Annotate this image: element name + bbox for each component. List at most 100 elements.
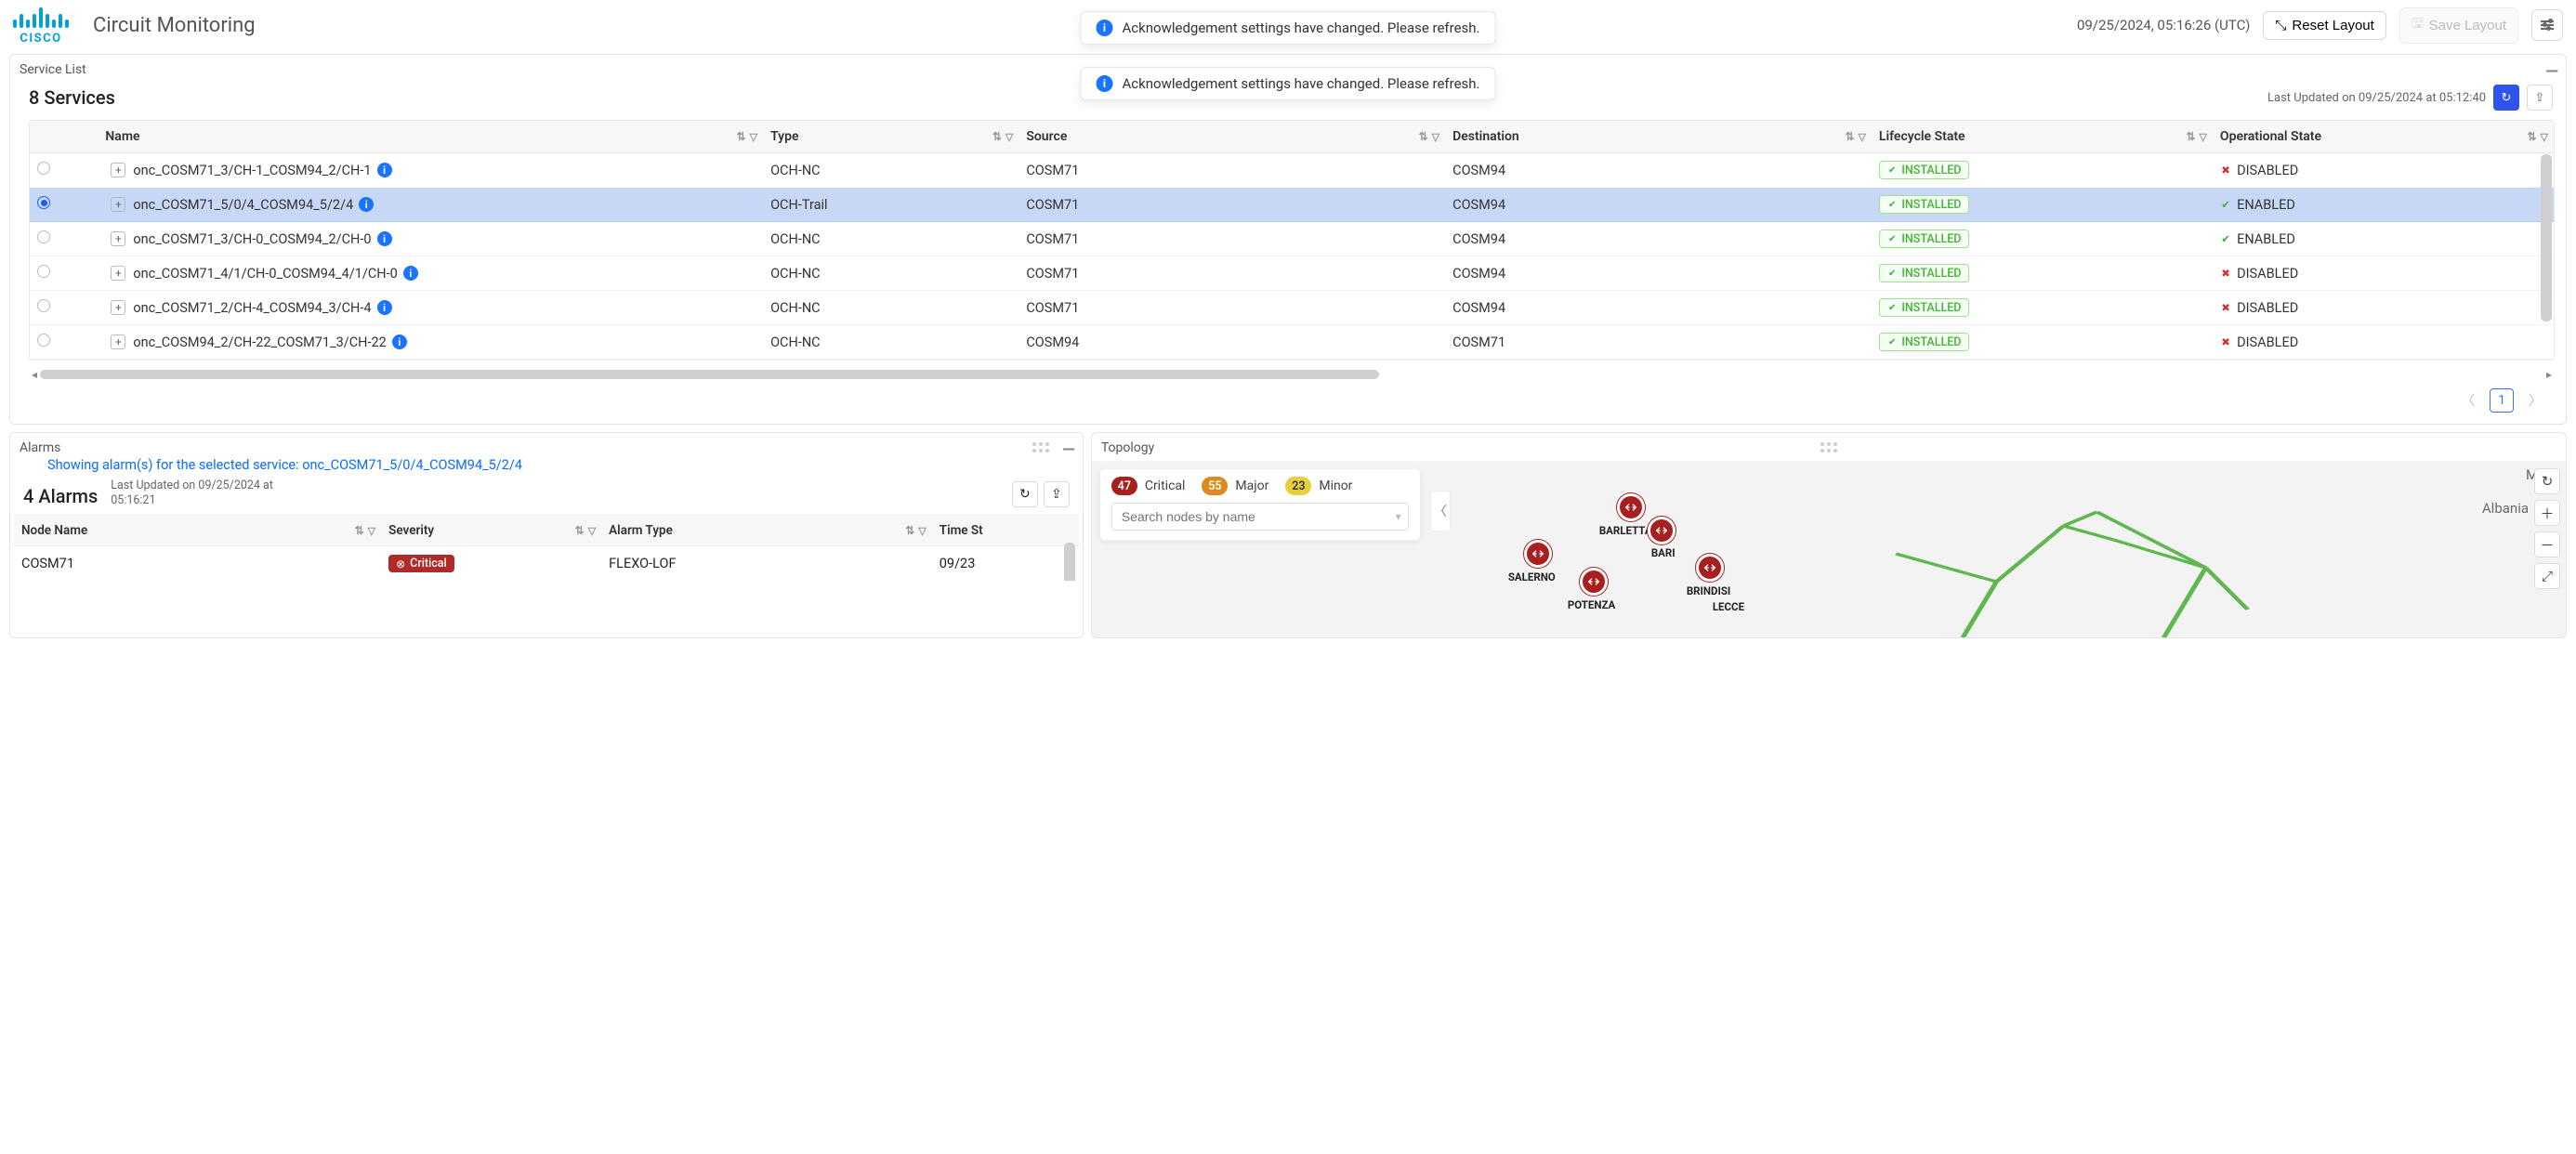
service-row[interactable]: +onc_COSM71_3/CH-0_COSM94_2/CH-0iOCH-NCC… xyxy=(30,222,2554,256)
panel-drag-handle[interactable] xyxy=(1820,442,1837,452)
panel-collapse-button[interactable]: — xyxy=(2545,62,2558,82)
service-row[interactable]: +onc_COSM94_2/CH-22_COSM71_3/CH-22iOCH-N… xyxy=(30,325,2554,360)
service-row[interactable]: +onc_COSM71_2/CH-4_COSM94_3/CH-4iOCH-NCC… xyxy=(30,291,2554,325)
alarms-context-link[interactable]: Showing alarm(s) for the selected servic… xyxy=(10,457,1083,479)
filter-icon[interactable] xyxy=(1005,130,1013,143)
col-operational[interactable]: Operational State xyxy=(2220,129,2321,144)
row-select-radio[interactable] xyxy=(37,334,50,347)
services-refresh-button[interactable] xyxy=(2493,85,2519,111)
row-expand-button[interactable]: + xyxy=(111,163,125,177)
topo-node[interactable] xyxy=(1648,517,1676,544)
info-icon[interactable]: i xyxy=(392,334,407,349)
service-row[interactable]: +onc_COSM71_4/1/CH-0_COSM94_4/1/CH-0iOCH… xyxy=(30,256,2554,291)
service-row[interactable]: +onc_COSM71_5/0/4_COSM94_5/2/4iOCH-Trail… xyxy=(30,188,2554,222)
filter-icon[interactable] xyxy=(368,524,375,537)
col-severity[interactable]: Severity xyxy=(388,523,434,538)
map-zoom-in-button[interactable]: ＋ xyxy=(2534,500,2560,526)
topo-node[interactable] xyxy=(1617,493,1645,521)
col-type[interactable]: Type xyxy=(770,129,798,144)
check-icon xyxy=(2220,197,2231,213)
row-select-radio[interactable] xyxy=(37,299,50,312)
topo-node[interactable] xyxy=(1580,568,1608,596)
filter-icon[interactable] xyxy=(2541,130,2548,143)
service-list-panel: Service List — 8 Services Last Updated o… xyxy=(9,54,2567,425)
alarms-scrollbar[interactable] xyxy=(1064,543,1075,581)
row-select-radio[interactable] xyxy=(37,196,50,209)
node-label: BARI xyxy=(1651,546,1676,559)
info-icon[interactable]: i xyxy=(377,231,392,246)
sort-icon[interactable] xyxy=(355,524,364,537)
router-icon xyxy=(1531,546,1545,561)
sort-icon[interactable] xyxy=(992,130,1002,143)
map-zoom-out-button[interactable]: － xyxy=(2534,531,2560,557)
page-prev-button[interactable]: 〈 xyxy=(2456,388,2480,413)
map-refresh-button[interactable]: ↻ xyxy=(2534,468,2560,494)
info-icon[interactable]: i xyxy=(403,266,418,281)
row-select-radio[interactable] xyxy=(37,265,50,278)
service-source: COSM71 xyxy=(1019,291,1445,325)
sort-icon[interactable] xyxy=(737,130,746,143)
filter-icon[interactable] xyxy=(918,524,926,537)
row-select-radio[interactable] xyxy=(37,230,50,243)
row-expand-button[interactable]: + xyxy=(111,231,125,246)
reset-layout-button[interactable]: Reset Layout xyxy=(2263,11,2385,40)
toast-banner-1: i Acknowledgement settings have changed.… xyxy=(1081,11,1496,45)
services-export-button[interactable] xyxy=(2527,85,2553,111)
sort-icon[interactable] xyxy=(1419,130,1428,143)
filter-icon[interactable] xyxy=(750,130,757,143)
sort-icon[interactable] xyxy=(905,524,914,537)
filter-icon[interactable] xyxy=(1432,130,1439,143)
col-source[interactable]: Source xyxy=(1026,129,1067,144)
chevron-down-icon[interactable]: ▾ xyxy=(1396,510,1401,523)
header-timestamp: 09/25/2024, 05:16:26 (UTC) xyxy=(2077,17,2250,33)
row-expand-button[interactable]: + xyxy=(111,334,125,349)
alarms-export-button[interactable] xyxy=(1044,481,1070,507)
col-name[interactable]: Name xyxy=(105,129,139,144)
severity-badge: Critical xyxy=(388,555,454,572)
col-node[interactable]: Node Name xyxy=(21,523,87,538)
col-time[interactable]: Time St xyxy=(940,523,983,538)
info-icon[interactable]: i xyxy=(377,163,392,177)
filter-icon[interactable] xyxy=(588,524,596,537)
row-expand-button[interactable]: + xyxy=(111,197,125,212)
info-icon[interactable]: i xyxy=(377,300,392,315)
services-h-scroll[interactable]: ◂ ▸ xyxy=(29,368,2555,381)
row-expand-button[interactable]: + xyxy=(111,266,125,281)
sort-icon[interactable] xyxy=(2527,130,2536,143)
alarms-refresh-button[interactable] xyxy=(1012,481,1038,507)
filter-icon[interactable] xyxy=(1858,130,1865,143)
row-expand-button[interactable]: + xyxy=(111,300,125,315)
topo-node[interactable] xyxy=(1696,554,1724,582)
router-icon xyxy=(1702,560,1717,575)
panel-drag-handle[interactable] xyxy=(1032,442,1049,452)
service-row[interactable]: +onc_COSM71_3/CH-1_COSM94_2/CH-1iOCH-NCC… xyxy=(30,153,2554,188)
sort-icon[interactable] xyxy=(575,524,585,537)
sort-icon[interactable] xyxy=(1845,130,1854,143)
critical-count: 47 xyxy=(1111,477,1137,495)
page-number[interactable]: 1 xyxy=(2490,388,2514,413)
sort-icon[interactable] xyxy=(2186,130,2195,143)
panel-collapse-button[interactable]: — xyxy=(1062,440,1075,460)
scroll-left-icon[interactable]: ◂ xyxy=(29,368,40,381)
filter-icon[interactable] xyxy=(2199,130,2206,143)
minor-count: 23 xyxy=(1285,477,1311,495)
service-name: onc_COSM71_3/CH-1_COSM94_2/CH-1 xyxy=(133,163,371,178)
row-select-radio[interactable] xyxy=(37,162,50,175)
page-next-button[interactable]: 〉 xyxy=(2523,388,2547,413)
topology-search-input[interactable] xyxy=(1111,503,1409,531)
topology-map[interactable]: 47 Critical 55 Major 23 Minor xyxy=(1092,461,2566,637)
col-lifecycle[interactable]: Lifecycle State xyxy=(1879,129,1965,144)
col-alarm-type[interactable]: Alarm Type xyxy=(609,523,673,538)
info-icon[interactable]: i xyxy=(359,197,374,212)
legend-collapse-button[interactable]: 〈 xyxy=(1430,491,1451,531)
col-destination[interactable]: Destination xyxy=(1452,129,1519,144)
services-scrollbar[interactable] xyxy=(2541,154,2552,321)
topo-node[interactable] xyxy=(1524,540,1552,568)
alarm-row[interactable]: COSM71CriticalFLEXO-LOF09/23 xyxy=(14,546,1079,582)
app-title: Circuit Monitoring xyxy=(93,14,256,37)
legend-minor: 23 Minor xyxy=(1285,477,1352,495)
map-fit-button[interactable]: ⤢ xyxy=(2534,563,2560,589)
settings-sliders-button[interactable] xyxy=(2531,9,2563,41)
node-label: BRINDISI xyxy=(1687,584,1730,597)
scroll-right-icon[interactable]: ▸ xyxy=(2543,368,2555,381)
